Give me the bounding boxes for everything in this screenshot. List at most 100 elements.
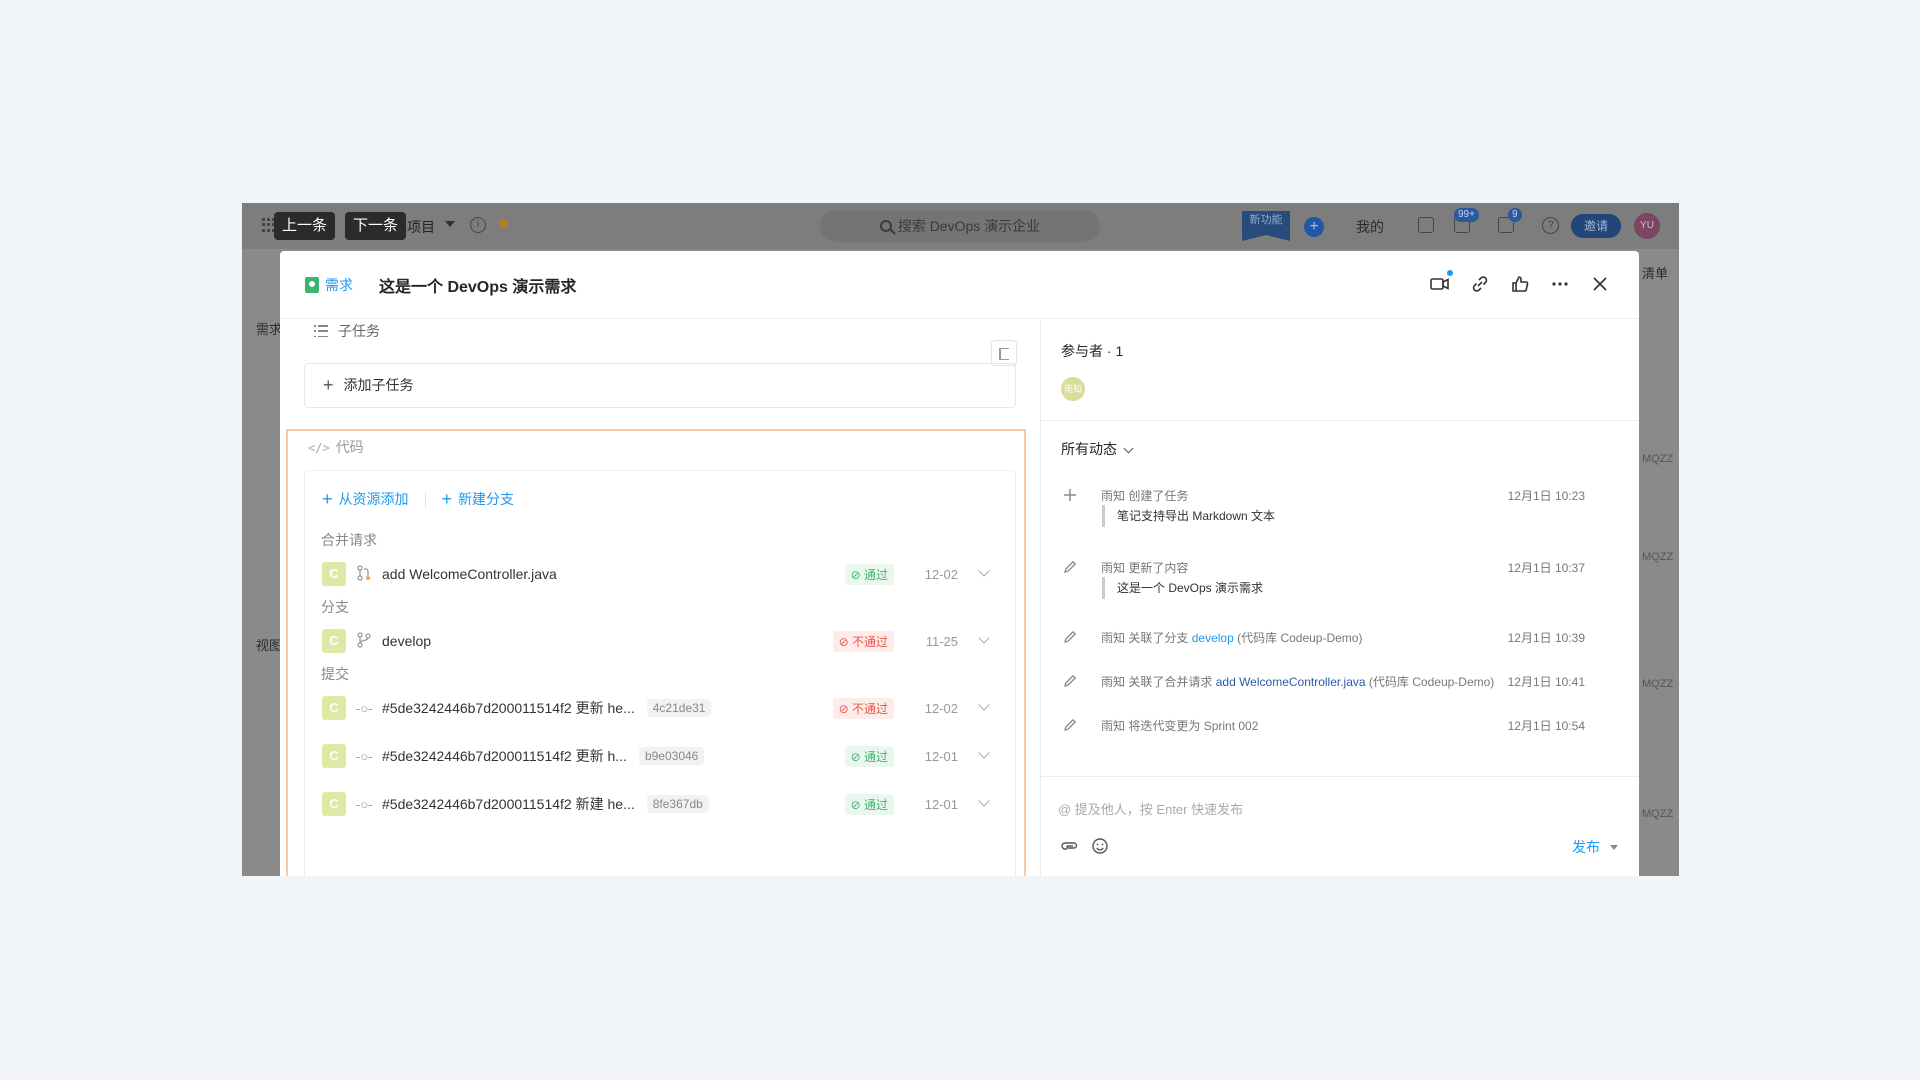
star-icon[interactable]: ★ — [495, 213, 511, 234]
commit-message: #5de3242446b7d200011514f2 新建 he... — [382, 796, 635, 812]
activity-item: 雨知 创建了任务 12月1日 10:23 笔记支持导出 Markdown 文本 — [1062, 487, 1612, 531]
subtask-section-title: 子任务 — [314, 321, 380, 341]
branch-title: 分支 — [321, 599, 349, 615]
status-badge: ⊘ 通过 — [844, 563, 894, 585]
new-branch-button[interactable]: + 新建分支 — [442, 489, 515, 510]
commit-icon: -○- — [356, 748, 373, 764]
participants-title: 参与者 · 1 — [1061, 343, 1124, 359]
commit-icon: -○- — [356, 700, 373, 716]
merge-request-row[interactable]: C add WelcomeController.java ⊘ 通过 12-02 — [322, 561, 1002, 587]
more-icon[interactable] — [1549, 273, 1571, 295]
add-subtask-button[interactable]: + 添加子任务 — [304, 363, 1016, 408]
pencil-icon — [1062, 673, 1078, 689]
thumbs-up-icon[interactable] — [1509, 273, 1531, 295]
publish-button[interactable]: 发布 — [1572, 837, 1618, 857]
invite-button[interactable]: 邀请 — [1571, 214, 1621, 238]
chevron-down-icon[interactable] — [978, 565, 990, 577]
bg-mqzz-2: MQZZ — [1642, 551, 1674, 563]
activity-text: 雨知 关联了合并请求 add WelcomeController.java (代… — [1101, 675, 1495, 689]
branch-link[interactable]: develop — [1192, 631, 1234, 645]
video-icon[interactable] — [1429, 270, 1453, 295]
prev-button[interactable]: 上一条 — [274, 212, 336, 240]
code-badge: C — [322, 744, 346, 768]
caret-down-icon[interactable] — [1610, 845, 1618, 850]
search-placeholder: 搜索 DevOps 演示企业 — [897, 218, 1041, 234]
comment-input[interactable]: @ 提及他人，按 Enter 快速发布 — [1058, 799, 1243, 818]
row-date: 12-01 — [924, 748, 958, 764]
requirement-tag-label: 需求 — [325, 277, 353, 293]
code-badge: C — [322, 629, 346, 653]
commit-row[interactable]: C -○- #5de3242446b7d200011514f2 新建 he...… — [322, 791, 1002, 817]
code-actions: + 从资源添加 + 新建分支 — [322, 489, 514, 510]
merge-request-icon — [356, 564, 372, 584]
commit-row[interactable]: C -○- #5de3242446b7d200011514f2 更新 h... … — [322, 743, 1002, 769]
activity-time: 12月1日 10:37 — [1507, 561, 1585, 575]
help-icon[interactable]: ? — [1542, 217, 1559, 234]
activity-time: 12月1日 10:41 — [1507, 675, 1585, 689]
caret-down-icon[interactable] — [445, 221, 455, 227]
chevron-down-icon[interactable] — [978, 699, 990, 711]
panel-divider — [1040, 320, 1041, 876]
branch-row[interactable]: C develop ⊘ 不通过 11-25 — [322, 628, 1002, 654]
pencil-icon — [1062, 629, 1078, 645]
link-icon[interactable] — [1469, 273, 1491, 295]
commit-hash[interactable]: 8fe367db — [646, 795, 709, 813]
requirement-icon — [305, 277, 319, 293]
modal-header: 需求 这是一个 DevOps 演示需求 — [280, 251, 1639, 319]
merge-request-link[interactable]: add WelcomeController.java — [1216, 675, 1366, 689]
message-badge: 9 — [1508, 208, 1522, 222]
activity-filter-label: 所有动态 — [1061, 441, 1117, 457]
commit-message: #5de3242446b7d200011514f2 更新 he... — [382, 700, 635, 716]
publish-label: 发布 — [1572, 839, 1600, 855]
pencil-icon — [1062, 559, 1078, 575]
chevron-down-icon[interactable] — [978, 795, 990, 807]
chevron-down-icon[interactable] — [978, 747, 990, 759]
search-bar[interactable]: 搜索 DevOps 演示企业 — [820, 210, 1100, 242]
next-button[interactable]: 下一条 — [345, 212, 407, 240]
header-actions — [1429, 270, 1611, 295]
new-feature-badge[interactable]: 新功能 — [1242, 211, 1290, 241]
activity-filter[interactable]: 所有动态 — [1061, 439, 1134, 459]
activity-item: 雨知 将迭代变更为 Sprint 002 12月1日 10:54 — [1062, 717, 1612, 737]
plus-icon[interactable]: + — [1304, 217, 1324, 237]
activity-text: 雨知 创建了任务 — [1101, 489, 1189, 503]
status-badge: ⊘ 通过 — [844, 745, 894, 767]
plus-icon: + — [441, 489, 453, 509]
activity-text: 雨知 更新了内容 — [1101, 561, 1189, 575]
mine-link[interactable]: 我的 — [1356, 217, 1384, 237]
merge-request-name: add WelcomeController.java — [382, 566, 557, 582]
list-icon — [314, 325, 328, 337]
bg-mqzz-3: MQZZ — [1642, 678, 1674, 690]
commit-hash[interactable]: 4c21de31 — [646, 699, 712, 717]
bg-mqzz-1: MQZZ — [1642, 453, 1674, 465]
plus-icon — [1062, 487, 1078, 503]
emoji-icon[interactable] — [1091, 837, 1109, 855]
participant-avatar[interactable]: 雨知 — [1061, 377, 1085, 401]
commit-row[interactable]: C -○- #5de3242446b7d200011514f2 更新 he...… — [322, 695, 1002, 721]
calendar-icon[interactable] — [1418, 217, 1434, 233]
requirement-tag[interactable]: 需求 — [305, 275, 353, 295]
requirement-detail-modal: 需求 这是一个 DevOps 演示需求 子任务 + 添加子任务 </> 代码 +… — [280, 251, 1639, 876]
activity-time: 12月1日 10:23 — [1507, 489, 1585, 503]
bg-requirement-label: 需求 — [256, 322, 283, 337]
bg-view-label: 视图 — [256, 638, 283, 653]
activity-text: 雨知 将迭代变更为 Sprint 002 — [1101, 719, 1259, 733]
chevron-down-icon[interactable] — [978, 632, 990, 644]
modal-title[interactable]: 这是一个 DevOps 演示需求 — [379, 273, 576, 297]
user-avatar[interactable]: YU — [1634, 213, 1660, 239]
activity-time: 12月1日 10:54 — [1507, 719, 1585, 733]
project-menu[interactable]: 项目 — [407, 217, 435, 237]
comment-divider — [1041, 776, 1639, 777]
commit-hash[interactable]: b9e03046 — [638, 747, 705, 765]
info-icon[interactable]: i — [470, 217, 486, 233]
add-from-resource-button[interactable]: + 从资源添加 — [322, 489, 409, 510]
row-date: 11-25 — [925, 633, 958, 649]
attachment-icon[interactable] — [1061, 837, 1079, 855]
plus-icon: + — [322, 489, 333, 509]
activity-time: 12月1日 10:39 — [1507, 631, 1585, 645]
branch-name: develop — [382, 633, 432, 649]
close-icon[interactable] — [1589, 273, 1611, 295]
merge-request-title: 合并请求 — [321, 532, 377, 548]
status-badge: ⊘ 不通过 — [832, 697, 894, 719]
commit-title: 提交 — [321, 666, 349, 682]
